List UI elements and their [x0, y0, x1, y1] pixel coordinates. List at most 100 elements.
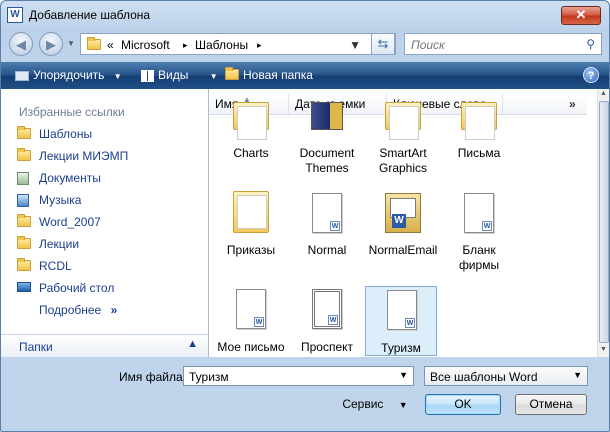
- recent-pages-dropdown[interactable]: ▼: [67, 39, 75, 48]
- folders-label: Папки: [19, 340, 53, 354]
- word-doc-icon: W: [387, 290, 417, 330]
- file-item-selected[interactable]: W Туризм: [365, 286, 437, 356]
- folder-icon: [17, 148, 31, 164]
- favorite-link-label: Шаблоны: [39, 127, 93, 141]
- views-icon: [141, 69, 154, 82]
- ok-button[interactable]: OK: [425, 394, 501, 415]
- file-name: Charts: [233, 146, 269, 160]
- address-bar[interactable]: « Microsoft ▸ Шаблоны ▸ ▼: [80, 33, 396, 55]
- navigation-pane: Избранные ссылки Шаблоны Лекции МИЭМП До…: [1, 89, 209, 357]
- search-icon[interactable]: ⚲: [586, 37, 595, 51]
- file-item[interactable]: Charts: [213, 102, 289, 176]
- search-box[interactable]: ⚲: [404, 33, 602, 55]
- forward-arrow-icon: ▶: [46, 37, 56, 52]
- file-name: Normal: [307, 243, 347, 257]
- file-item[interactable]: Письма: [441, 102, 517, 176]
- file-name: Мое письмо: [217, 340, 285, 354]
- scrollbar-thumb[interactable]: [599, 101, 609, 343]
- file-name: Document Themes: [299, 146, 355, 175]
- chevron-down-icon: ▼: [398, 400, 408, 410]
- word-doc-icon: W: [312, 193, 342, 233]
- folder-icon: [385, 102, 421, 140]
- organize-menu[interactable]: Упорядочить ▼: [15, 68, 122, 82]
- new-folder-button[interactable]: Новая папка: [225, 66, 313, 83]
- chevron-down-icon: ▼: [113, 72, 122, 81]
- file-type-value: Все шаблоны Word: [430, 370, 538, 384]
- folder-icon: [17, 236, 31, 252]
- file-item[interactable]: W Мое письмо: [213, 287, 289, 355]
- chevron-down-icon[interactable]: ▼: [399, 370, 408, 380]
- more-links-label: Подробнее: [39, 303, 102, 317]
- favorite-link-label: Музыка: [39, 193, 82, 207]
- breadcrumb-templates[interactable]: Шаблоны: [195, 38, 248, 52]
- file-name: Бланк фирмы: [458, 243, 500, 272]
- word-doc-icon: W: [464, 193, 494, 233]
- dialog-window: W Добавление шаблона ✕ ◀ ▶ ▼ « Microsoft…: [0, 0, 610, 432]
- service-label: Сервис: [342, 397, 384, 411]
- file-item[interactable]: W Normal: [289, 189, 365, 269]
- dialog-footer: Имя файла: ▼ Все шаблоны Word ▼ Сервис ▼…: [1, 357, 609, 431]
- favorite-link-label: Лекции МИЭМП: [39, 149, 129, 163]
- file-name: Приказы: [226, 243, 276, 257]
- vertical-scrollbar[interactable]: ▲ ▼: [597, 89, 609, 357]
- views-menu[interactable]: Виды ▼: [141, 68, 218, 82]
- organize-icon: [15, 70, 29, 81]
- views-label: Виды: [158, 68, 189, 82]
- folders-toggle[interactable]: Папки ▲: [1, 334, 208, 357]
- file-name: NormalEmail: [368, 243, 438, 257]
- word-doc-icon: W: [236, 289, 266, 329]
- file-item[interactable]: W NormalEmail: [365, 189, 441, 269]
- file-name: Письма: [457, 146, 501, 160]
- file-item[interactable]: SmartArt Graphics: [365, 102, 441, 176]
- file-name: Туризм: [381, 341, 421, 355]
- close-button[interactable]: ✕: [561, 6, 601, 25]
- refresh-button[interactable]: ⇆: [371, 33, 395, 55]
- breadcrumb-microsoft[interactable]: Microsoft: [121, 38, 170, 52]
- chevron-down-icon: ▼: [209, 72, 218, 81]
- breadcrumb-separator-icon[interactable]: ▸: [183, 40, 188, 51]
- back-arrow-icon: ◀: [16, 37, 26, 52]
- address-overflow-chevron[interactable]: «: [107, 38, 114, 52]
- file-item[interactable]: Document Themes: [289, 102, 365, 176]
- file-item[interactable]: W Проспект: [289, 287, 365, 355]
- favorite-links-heading: Избранные ссылки: [19, 105, 125, 119]
- command-toolbar: Упорядочить ▼ Виды ▼ Новая папка ?: [1, 62, 609, 89]
- music-icon: [17, 194, 29, 207]
- filename-input[interactable]: [187, 368, 391, 386]
- filename-combobox[interactable]: ▼: [183, 366, 414, 386]
- folder-icon: [17, 126, 31, 142]
- file-type-select[interactable]: Все шаблоны Word ▼: [424, 366, 588, 386]
- favorite-link-label: Word_2007: [39, 215, 101, 229]
- favorite-link-label: RCDL: [39, 259, 72, 273]
- scroll-down-icon[interactable]: ▼: [600, 346, 607, 353]
- cancel-button[interactable]: Отмена: [515, 394, 587, 415]
- file-item[interactable]: Приказы: [213, 189, 289, 269]
- back-button[interactable]: ◀: [9, 32, 33, 56]
- folder-icon: [233, 102, 269, 140]
- desktop-icon: [17, 282, 31, 292]
- favorite-link-label: Лекции: [39, 237, 80, 251]
- forward-button[interactable]: ▶: [39, 32, 63, 56]
- service-menu-button[interactable]: Сервис ▼: [333, 394, 417, 415]
- search-input[interactable]: [409, 36, 573, 54]
- file-name: SmartArt Graphics: [378, 146, 428, 175]
- breadcrumb-separator-icon[interactable]: ▸: [257, 40, 262, 51]
- title-bar: W Добавление шаблона ✕: [1, 1, 609, 29]
- new-folder-label: Новая папка: [243, 68, 313, 82]
- refresh-icon: ⇆: [377, 36, 389, 51]
- folder-icon: [87, 37, 101, 53]
- more-columns-icon[interactable]: »: [569, 97, 576, 111]
- word-email-icon: W: [385, 193, 421, 233]
- window-title: Добавление шаблона: [29, 8, 151, 22]
- documents-icon: [17, 172, 29, 185]
- scroll-up-icon[interactable]: ▲: [600, 90, 607, 97]
- address-dropdown-icon[interactable]: ▼: [349, 38, 361, 52]
- file-item[interactable]: W Бланк фирмы: [441, 189, 517, 272]
- folder-icon: [461, 102, 497, 140]
- chevron-down-icon: ▼: [573, 370, 582, 380]
- file-list-pane: ▲ Имя Дата съемки Ключевые слова » Chart…: [209, 89, 609, 357]
- more-links-button[interactable]: Подробнее »: [39, 303, 117, 317]
- help-button[interactable]: ?: [583, 67, 599, 83]
- organize-label: Упорядочить: [33, 68, 105, 82]
- filename-label: Имя файла:: [119, 370, 186, 384]
